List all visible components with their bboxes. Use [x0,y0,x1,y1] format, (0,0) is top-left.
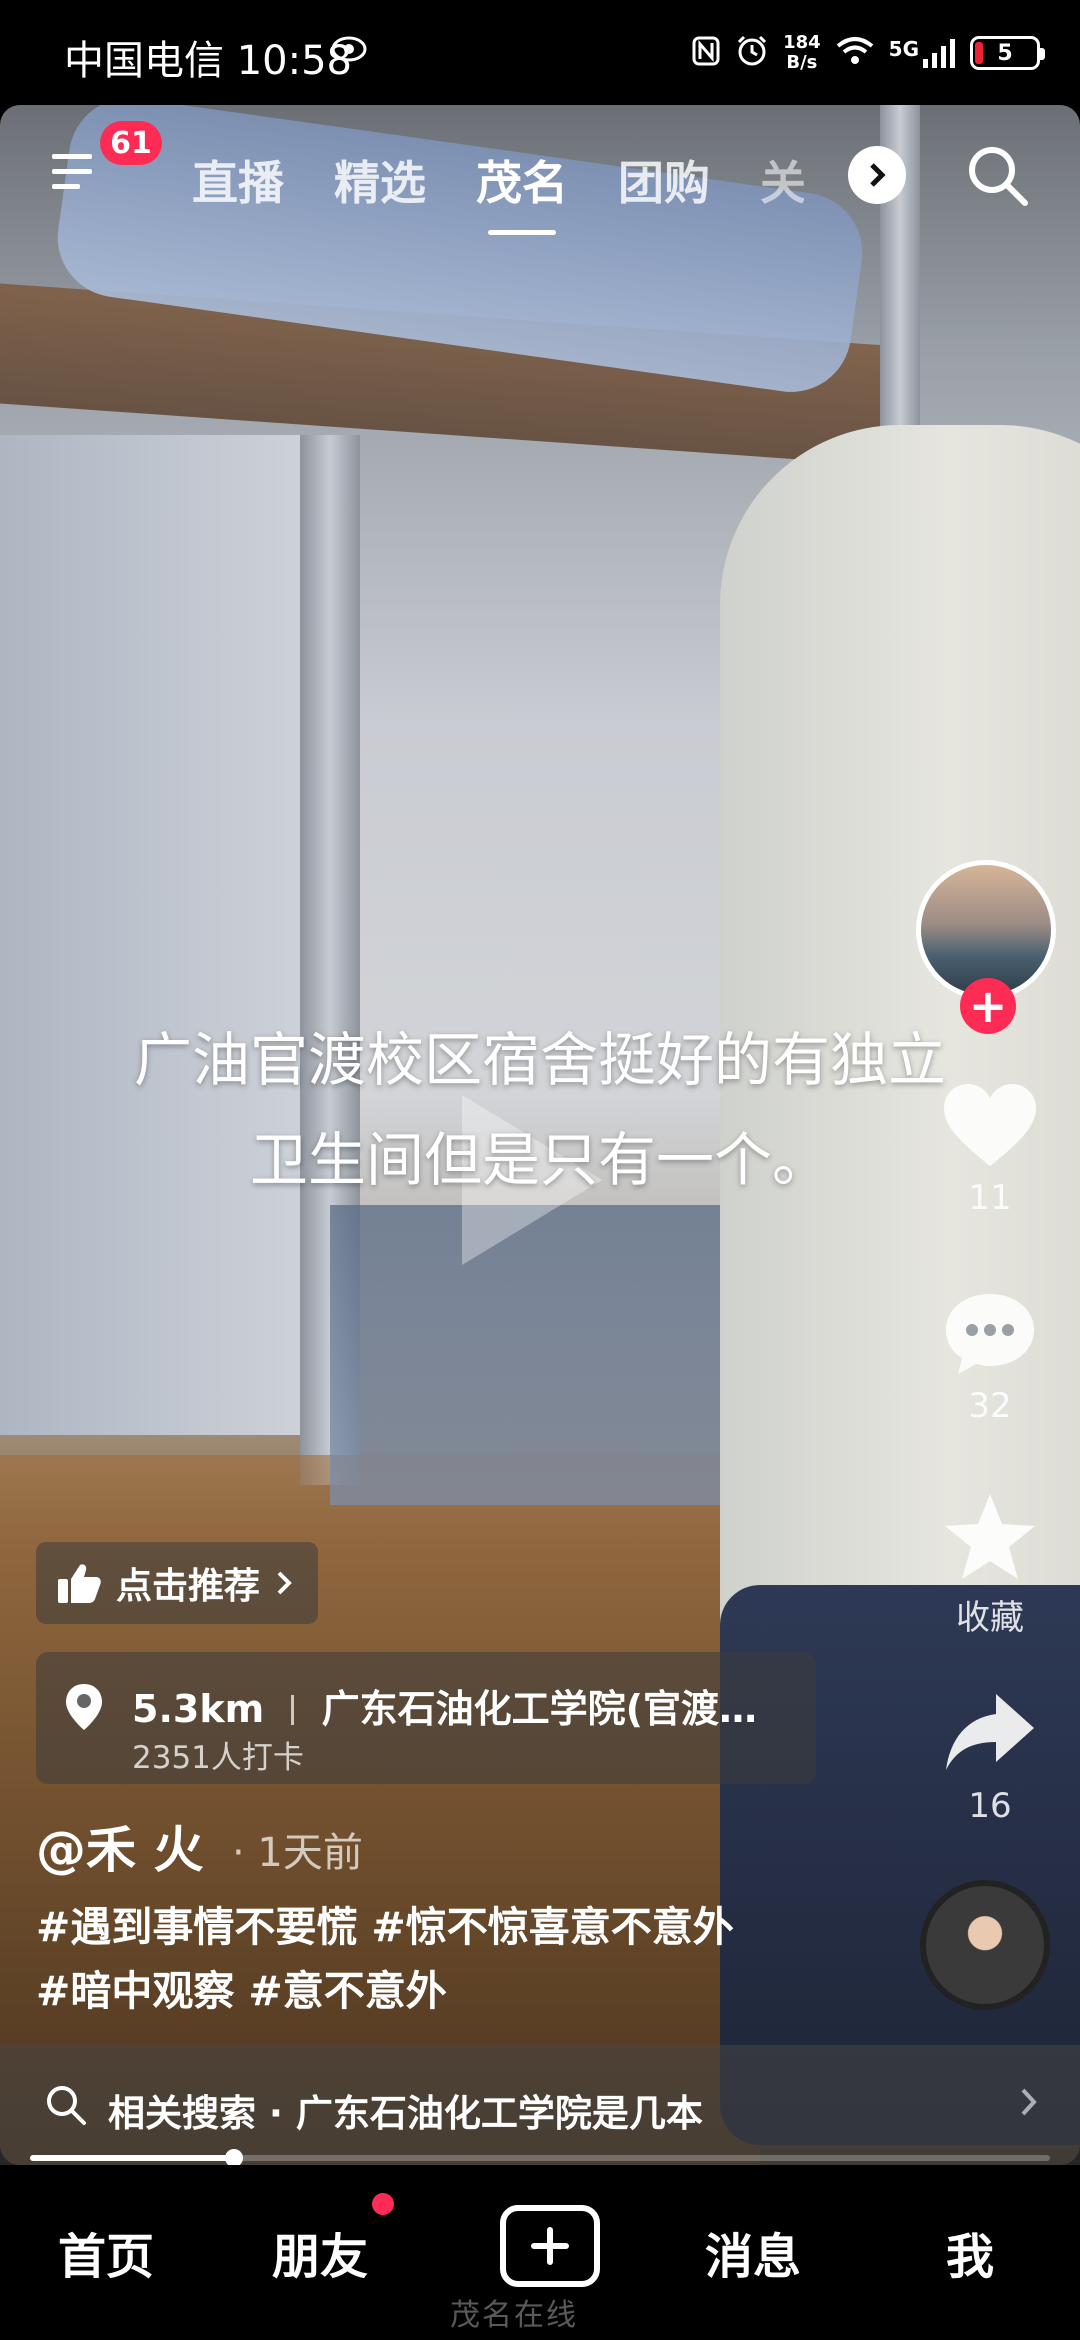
video-caption: 广油官渡校区宿舍挺好的有独立 卫生间但是只有一个。 [60,1010,1020,1210]
bottom-navigation: 首页 朋友 消息 我 茂名在线 [0,2165,1080,2340]
plus-icon [531,2227,569,2265]
plus-icon: + [968,979,1008,1033]
net-speed: 184 B/s [783,33,821,73]
comment-button[interactable]: 32 [910,1288,1070,1426]
status-bar: 中国电信 10:58 184 B/s 5G 5 [0,0,1080,105]
video-frame-wall [0,435,320,1435]
eye-icon [330,33,368,69]
tab-following[interactable]: 关 [760,147,804,213]
heart-icon [944,1084,1036,1166]
search-icon[interactable] [963,141,1033,215]
post-time: · 1天前 [232,1830,363,1876]
more-tabs-button[interactable] [848,146,906,204]
hashtags: #遇到事情不要慌 #惊不惊喜意不意外 #暗中观察 #意不意外 [36,1895,748,2023]
location-title: 5.3km 广东石油化工学院(官渡… [132,1678,757,1733]
location-checkins: 2351人打卡 [132,1740,304,1776]
location-card[interactable]: 5.3km 广东石油化工学院(官渡… 2351人打卡 [36,1652,816,1784]
nav-friends[interactable]: 朋友 [272,2217,368,2287]
related-search-text: 相关搜索 · 广东石油化工学院是几本 [108,2092,703,2135]
signal-type: 5G [888,37,919,61]
net-speed-unit: B/s [786,52,818,73]
comment-icon [946,1294,1034,1374]
chevron-right-icon [277,1571,292,1595]
create-post-button[interactable] [500,2205,600,2287]
caption-line-2: 卫生间但是只有一个。 [249,1126,830,1194]
like-count: 11 [968,1178,1012,1218]
location-distance: 5.3km [132,1687,265,1731]
location-pin-icon [64,1682,104,1736]
nfc-icon [691,35,721,71]
thumbs-up-icon [58,1564,101,1603]
follow-button[interactable]: + [960,978,1016,1034]
nav-me[interactable]: 我 [946,2217,994,2287]
favorite-button[interactable]: 收藏 [910,1490,1070,1639]
top-navigation: 61 直播 精选 茂名 团购 关 [0,105,1080,245]
comment-count: 32 [968,1386,1012,1426]
tab-maoming[interactable]: 茂名 [476,147,568,235]
tab-live[interactable]: 直播 [192,147,284,213]
nav-home[interactable]: 首页 [58,2217,154,2287]
status-icons: 184 B/s 5G 5 [691,28,1045,78]
star-icon [945,1494,1035,1579]
share-count: 16 [968,1786,1012,1826]
alarm-icon [735,34,769,72]
recommend-button[interactable]: 点击推荐 [36,1542,319,1624]
hashtag[interactable]: #遇到事情不要慌 [36,1903,357,1951]
related-search-bar[interactable]: 相关搜索 · 广东石油化工学院是几本 [0,2045,1080,2165]
net-speed-value: 184 [783,32,821,53]
hashtag[interactable]: #意不意外 [248,1967,446,2015]
chevron-right-icon [870,163,886,187]
caption-line-1: 广油官渡校区宿舍挺好的有独立 [133,1026,946,1094]
favorite-label: 收藏 [956,1598,1024,1638]
battery-icon: 5 [970,36,1045,70]
battery-level: 5 [997,40,1013,66]
menu-icon[interactable] [52,150,104,198]
tab-group-buy[interactable]: 团购 [618,147,710,213]
wifi-icon [835,35,875,71]
watermark: 茂名在线 [450,2298,578,2333]
video-progress-bar[interactable] [30,2149,1050,2167]
search-icon [44,2083,88,2131]
carrier-time: 中国电信 10:58 [64,38,352,84]
recommend-label: 点击推荐 [116,1566,261,1607]
share-button[interactable]: 16 [910,1688,1070,1826]
like-button[interactable]: 11 [910,1080,1070,1218]
hashtag[interactable]: #惊不惊喜意不意外 [371,1903,733,1951]
notification-badge: 61 [100,121,162,165]
location-divider [291,1695,295,1725]
hashtag[interactable]: #暗中观察 [36,1967,234,2015]
share-icon [946,1694,1034,1770]
author-name[interactable]: @禾 火 [36,1810,203,1882]
location-place: 广东石油化工学院(官渡… [321,1687,758,1731]
cellular-signal-icon: 5G [889,37,956,69]
friends-notification-dot [372,2193,394,2215]
chevron-right-icon [1018,2083,1040,2129]
nav-messages[interactable]: 消息 [705,2217,801,2287]
tab-bar: 直播 精选 茂名 团购 关 [192,147,804,235]
video-progress-fill [30,2155,234,2161]
tab-featured[interactable]: 精选 [334,147,426,213]
music-disc-icon[interactable] [920,1880,1050,2010]
